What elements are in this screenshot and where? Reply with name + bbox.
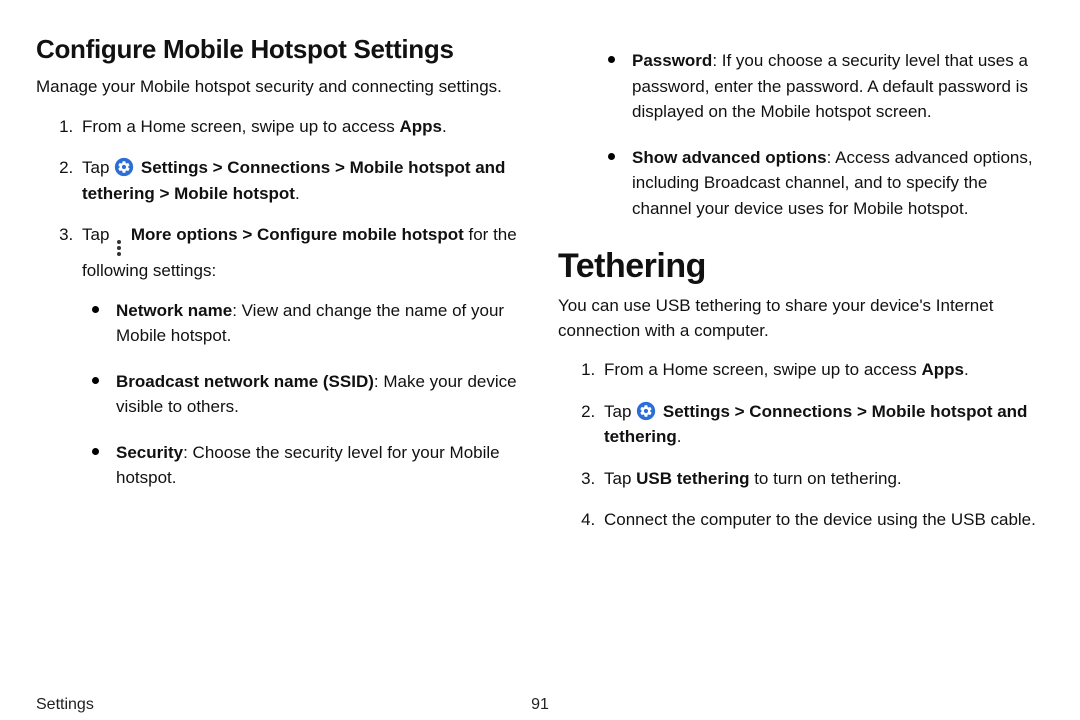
more-options-icon <box>114 238 124 258</box>
footer-page-number: 91 <box>531 696 549 714</box>
t-step-1: From a Home screen, swipe up to access A… <box>600 357 1044 383</box>
t-step-1-b: Apps <box>921 360 964 379</box>
step-2-bold: Settings > Connections > Mobile hotspot … <box>82 158 505 203</box>
left-column: Configure Mobile Hotspot Settings Manage… <box>36 34 522 700</box>
bullet-network-name: Network name: View and change the name o… <box>88 298 522 349</box>
configure-hotspot-steps: From a Home screen, swipe up to access A… <box>36 114 522 491</box>
step-3-bold: More options > Configure mobile hotspot <box>131 225 464 244</box>
right-column: Password: If you choose a security level… <box>558 34 1044 700</box>
settings-icon <box>114 157 134 177</box>
settings-icon <box>636 401 656 421</box>
step-2-text-c: . <box>295 184 300 203</box>
t-step-3-b: USB tethering <box>636 469 749 488</box>
bullet-security-label: Security <box>116 443 183 462</box>
configure-hotspot-intro: Manage your Mobile hotspot security and … <box>36 75 522 100</box>
tethering-intro: You can use USB tethering to share your … <box>558 294 1044 343</box>
bullet-security: Security: Choose the security level for … <box>88 440 522 491</box>
t-step-4-text: Connect the computer to the device using… <box>604 510 1036 529</box>
t-step-2-a: Tap <box>604 402 636 421</box>
step-1-bold: Apps <box>399 117 442 136</box>
step-3: Tap More options > Configure mobile hots… <box>78 222 522 491</box>
bullet-broadcast-ssid-label: Broadcast network name (SSID) <box>116 372 374 391</box>
step-2-text-a: Tap <box>82 158 114 177</box>
configure-hotspot-bullets: Network name: View and change the name o… <box>82 298 522 491</box>
tethering-heading: Tethering <box>558 247 1044 286</box>
t-step-1-a: From a Home screen, swipe up to access <box>604 360 921 379</box>
step-1-text-c: . <box>442 117 447 136</box>
step-1-text-a: From a Home screen, swipe up to access <box>82 117 399 136</box>
bullet-password: Password: If you choose a security level… <box>604 48 1044 125</box>
tethering-steps: From a Home screen, swipe up to access A… <box>558 357 1044 533</box>
two-column-layout: Configure Mobile Hotspot Settings Manage… <box>36 34 1044 700</box>
bullet-show-advanced-label: Show advanced options <box>632 148 827 167</box>
t-step-4: Connect the computer to the device using… <box>600 507 1044 533</box>
configure-hotspot-bullets-continued: Password: If you choose a security level… <box>558 48 1044 221</box>
configure-hotspot-heading: Configure Mobile Hotspot Settings <box>36 34 522 65</box>
t-step-1-c: . <box>964 360 969 379</box>
step-1: From a Home screen, swipe up to access A… <box>78 114 522 140</box>
step-3-text-a: Tap <box>82 225 114 244</box>
t-step-2-b: Settings > Connections > Mobile hotspot … <box>604 402 1027 447</box>
t-step-3-a: Tap <box>604 469 636 488</box>
bullet-broadcast-ssid: Broadcast network name (SSID): Make your… <box>88 369 522 420</box>
bullet-network-name-label: Network name <box>116 301 232 320</box>
manual-page: Configure Mobile Hotspot Settings Manage… <box>0 0 1080 720</box>
footer-section-label: Settings <box>36 696 94 714</box>
bullet-password-label: Password <box>632 51 712 70</box>
t-step-3-c: to turn on tethering. <box>749 469 901 488</box>
t-step-3: Tap USB tethering to turn on tethering. <box>600 466 1044 492</box>
bullet-show-advanced: Show advanced options: Access advanced o… <box>604 145 1044 222</box>
t-step-2-c: . <box>677 427 682 446</box>
t-step-2: Tap Settings > Connections > Mobile hots… <box>600 399 1044 450</box>
step-2: Tap Settings > Connections > Mobile hots… <box>78 155 522 206</box>
